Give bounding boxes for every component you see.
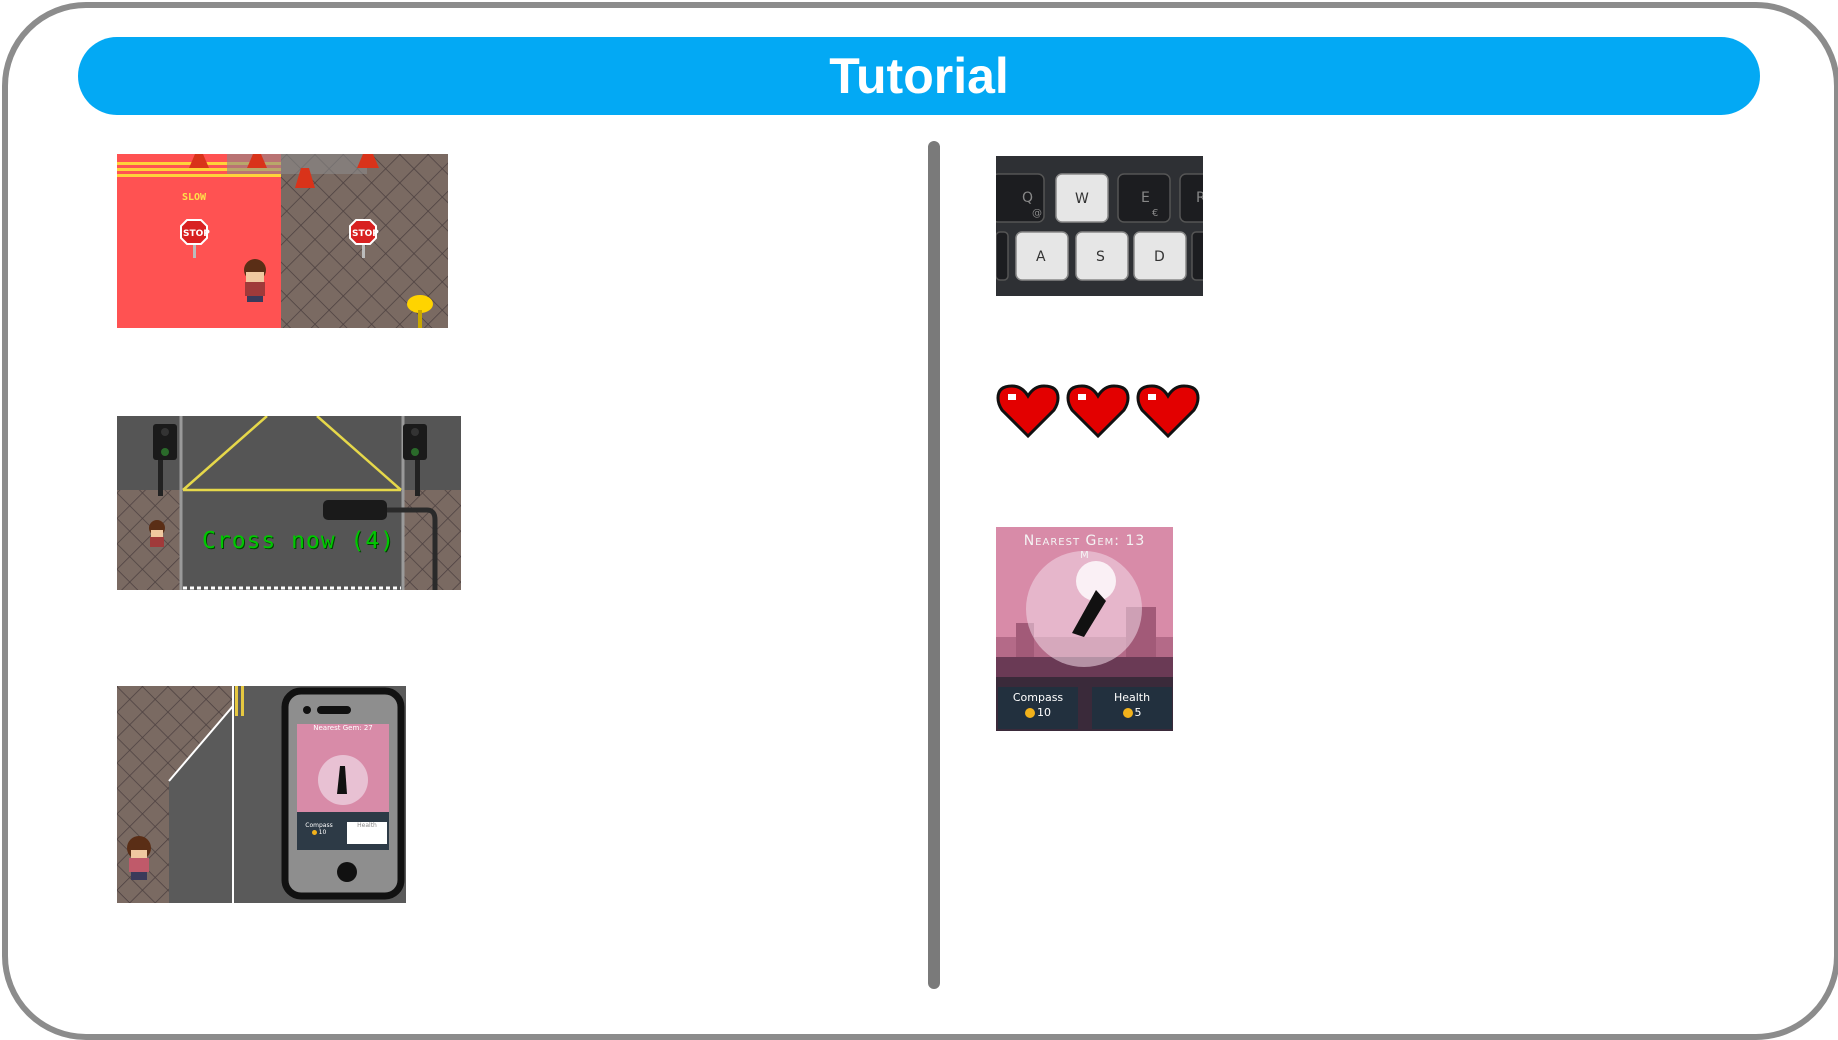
player-character	[244, 259, 266, 302]
column-divider	[928, 141, 940, 989]
phone-compass-button: Compass 10	[305, 822, 333, 836]
heart-icon	[1066, 384, 1130, 439]
svg-text:A: A	[1036, 249, 1046, 265]
gem-compass-image: Nearest Gem: 13 M Compass 10 Health 5	[996, 527, 1173, 731]
health-shop-button[interactable]: Health 5	[1092, 687, 1172, 729]
key-a: A	[1015, 231, 1069, 281]
compass-shop-button[interactable]: Compass 10	[998, 687, 1078, 729]
key-e: E €	[1117, 173, 1171, 223]
key-s: S	[1075, 231, 1129, 281]
phone-health-button: Health	[347, 822, 387, 844]
svg-text:STOP: STOP	[183, 229, 210, 239]
wasd-keys-image: Q @ W E € R A S D	[996, 156, 1203, 296]
phone-street-image: Nearest Gem: 27 Compass 10 Health	[117, 686, 406, 903]
phone-screen-overlay: Nearest Gem: 27 Compass 10 Health	[297, 724, 389, 850]
pedestrian-character	[149, 520, 165, 547]
hearts-image	[996, 382, 1206, 440]
svg-text:STOP: STOP	[352, 229, 379, 239]
title-banner: Tutorial	[78, 37, 1760, 115]
svg-text:E: E	[1141, 190, 1150, 206]
svg-text:€: €	[1152, 208, 1158, 219]
key-w: W	[1055, 173, 1109, 223]
svg-text:Q: Q	[1022, 190, 1033, 206]
page-title: Tutorial	[829, 48, 1009, 104]
coin-icon	[1025, 708, 1035, 718]
slow-marking: SLOW	[182, 192, 207, 203]
svg-text:S: S	[1096, 249, 1105, 265]
crossing-image: Cross now (4)	[117, 416, 461, 590]
svg-text:W: W	[1075, 191, 1089, 207]
nearest-gem-unit: M	[1080, 550, 1089, 561]
heart-icon	[996, 384, 1060, 439]
key-r: R	[1179, 173, 1203, 223]
coin-icon	[1122, 708, 1133, 718]
heart-icon	[1136, 384, 1200, 439]
key-q: Q @	[996, 173, 1045, 223]
speed-zone-image: SLOW STOP STOP	[117, 154, 448, 328]
phone-gem-title: Nearest Gem: 27	[313, 724, 373, 732]
key-d: D	[1133, 231, 1187, 281]
svg-text:D: D	[1154, 249, 1165, 265]
svg-text:R: R	[1196, 190, 1203, 206]
cross-now-message: Cross now (4)	[202, 528, 396, 554]
svg-text:@: @	[1032, 208, 1042, 219]
nearest-gem-title: Nearest Gem: 13	[1023, 533, 1146, 549]
